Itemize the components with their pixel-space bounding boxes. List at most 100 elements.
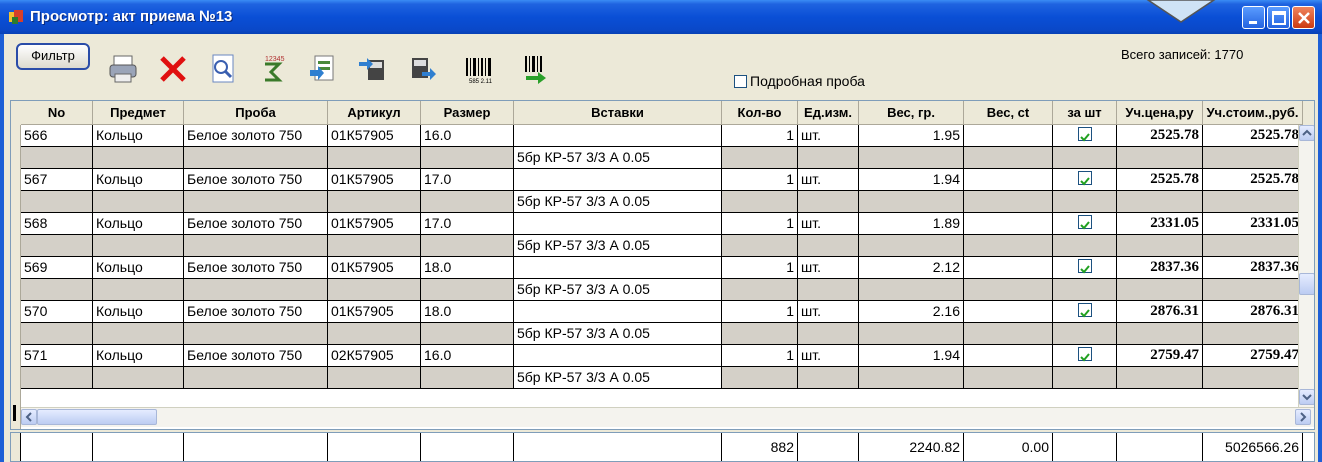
cell-size[interactable]: 16.0 xyxy=(421,345,514,367)
sum-icon[interactable]: 12345 xyxy=(256,52,290,86)
cell-cost[interactable]: 2876.31 xyxy=(1203,301,1303,323)
maximize-button[interactable] xyxy=(1267,6,1290,29)
col-header-article[interactable]: Артикул xyxy=(328,101,421,125)
move-out-icon[interactable] xyxy=(406,52,440,86)
cell-insert[interactable] xyxy=(514,213,722,235)
col-header-weight-ct[interactable]: Вес, ct xyxy=(964,101,1053,125)
cell-insert[interactable] xyxy=(514,345,722,367)
cell-price[interactable]: 2331.05 xyxy=(1117,213,1203,235)
cell-size[interactable]: 17.0 xyxy=(421,213,514,235)
cell-size[interactable]: 17.0 xyxy=(421,169,514,191)
per-piece-checkbox[interactable] xyxy=(1077,347,1092,362)
vertical-scroll-thumb[interactable] xyxy=(1299,273,1314,295)
cell-item[interactable]: Кольцо xyxy=(93,125,184,147)
cell-weight[interactable]: 1.95 xyxy=(859,125,964,147)
cell-qty[interactable]: 1 xyxy=(722,257,798,279)
cell-article[interactable]: 01К57905 xyxy=(328,301,421,323)
per-piece-checkbox[interactable] xyxy=(1077,171,1092,186)
cell-no[interactable]: 566 xyxy=(21,125,93,147)
cell-per-piece[interactable] xyxy=(1053,301,1117,323)
cell-probe[interactable]: Белое золото 750 xyxy=(184,301,328,323)
col-header-inserts[interactable]: Вставки xyxy=(514,101,722,125)
cell-per-piece[interactable] xyxy=(1053,125,1117,147)
cell-probe[interactable]: Белое золото 750 xyxy=(184,213,328,235)
cell-qty[interactable]: 1 xyxy=(722,125,798,147)
cell-weight[interactable]: 1.94 xyxy=(859,169,964,191)
detailed-check-checkbox[interactable] xyxy=(734,75,747,88)
cell-weight[interactable]: 2.16 xyxy=(859,301,964,323)
cell-weight[interactable]: 2.12 xyxy=(859,257,964,279)
cell-weight[interactable]: 1.89 xyxy=(859,213,964,235)
col-header-size[interactable]: Размер xyxy=(421,101,514,125)
cell-article[interactable]: 01К57905 xyxy=(328,257,421,279)
cell-insert[interactable] xyxy=(514,169,722,191)
col-header-no[interactable]: No xyxy=(21,101,93,125)
filter-button[interactable]: Фильтр xyxy=(16,43,90,70)
col-header-per-piece[interactable]: за шт xyxy=(1053,101,1117,125)
per-piece-checkbox[interactable] xyxy=(1077,127,1092,142)
cell-price[interactable]: 2525.78 xyxy=(1117,125,1203,147)
delete-icon[interactable] xyxy=(156,52,190,86)
cell-no[interactable]: 568 xyxy=(21,213,93,235)
cell-probe[interactable]: Белое золото 750 xyxy=(184,257,328,279)
export-icon[interactable] xyxy=(306,52,340,86)
printer-icon[interactable] xyxy=(106,52,140,86)
cell-no[interactable]: 569 xyxy=(21,257,93,279)
col-header-qty[interactable]: Кол-во xyxy=(722,101,798,125)
scroll-up-button[interactable] xyxy=(1299,125,1314,141)
cell-probe[interactable]: Белое золото 750 xyxy=(184,169,328,191)
cell-weight[interactable]: 1.94 xyxy=(859,345,964,367)
cell-weight-ct[interactable] xyxy=(964,213,1053,235)
cell-cost[interactable]: 2331.05 xyxy=(1203,213,1303,235)
cell-unit[interactable]: шт. xyxy=(798,125,859,147)
cell-probe[interactable]: Белое золото 750 xyxy=(184,345,328,367)
cell-no[interactable]: 571 xyxy=(21,345,93,367)
cell-per-piece[interactable] xyxy=(1053,213,1117,235)
minimize-button[interactable] xyxy=(1242,6,1265,29)
per-piece-checkbox[interactable] xyxy=(1077,303,1092,318)
cell-no[interactable]: 570 xyxy=(21,301,93,323)
horizontal-scroll-thumb[interactable] xyxy=(37,409,157,425)
cell-weight-ct[interactable] xyxy=(964,301,1053,323)
cell-weight-ct[interactable] xyxy=(964,169,1053,191)
cell-price[interactable]: 2837.36 xyxy=(1117,257,1203,279)
cell-unit[interactable]: шт. xyxy=(798,169,859,191)
cell-insert[interactable]: 5бр КР-57 3/3 А 0.05 xyxy=(514,279,722,301)
cell-weight-ct[interactable] xyxy=(964,257,1053,279)
detailed-check-toggle[interactable]: Подробная проба xyxy=(734,73,865,89)
cell-article[interactable]: 02К57905 xyxy=(328,345,421,367)
vertical-scrollbar[interactable] xyxy=(1298,125,1314,407)
cell-per-piece[interactable] xyxy=(1053,169,1117,191)
preview-icon[interactable] xyxy=(206,52,240,86)
col-header-unit[interactable]: Ед.изм. xyxy=(798,101,859,125)
cell-unit[interactable]: шт. xyxy=(798,213,859,235)
cell-insert[interactable]: 5бр КР-57 3/3 А 0.05 xyxy=(514,235,722,257)
cell-probe[interactable]: Белое золото 750 xyxy=(184,125,328,147)
cell-insert[interactable] xyxy=(514,301,722,323)
col-header-weight[interactable]: Вес, гр. xyxy=(859,101,964,125)
cell-insert[interactable] xyxy=(514,257,722,279)
close-button[interactable] xyxy=(1292,6,1315,29)
cell-cost[interactable]: 2525.78 xyxy=(1203,125,1303,147)
cell-unit[interactable]: шт. xyxy=(798,257,859,279)
cell-item[interactable]: Кольцо xyxy=(93,257,184,279)
col-header-item[interactable]: Предмет xyxy=(93,101,184,125)
cell-price[interactable]: 2759.47 xyxy=(1117,345,1203,367)
cell-insert[interactable]: 5бр КР-57 3/3 А 0.05 xyxy=(514,191,722,213)
move-in-icon[interactable] xyxy=(356,52,390,86)
cell-per-piece[interactable] xyxy=(1053,257,1117,279)
cell-insert[interactable]: 5бр КР-57 3/3 А 0.05 xyxy=(514,367,722,389)
cell-cost[interactable]: 2525.78 xyxy=(1203,169,1303,191)
per-piece-checkbox[interactable] xyxy=(1077,259,1092,274)
scroll-left-button[interactable] xyxy=(21,409,37,425)
cell-cost[interactable]: 2759.47 xyxy=(1203,345,1303,367)
col-header-probe[interactable]: Проба xyxy=(184,101,328,125)
barcode-icon[interactable]: 585 2.11 xyxy=(462,52,496,86)
cell-item[interactable]: Кольцо xyxy=(93,213,184,235)
cell-insert[interactable]: 5бр КР-57 3/3 А 0.05 xyxy=(514,147,722,169)
cell-unit[interactable]: шт. xyxy=(798,301,859,323)
scroll-down-button[interactable] xyxy=(1299,389,1314,405)
title-bar[interactable]: Просмотр: акт приема №13 xyxy=(0,0,1322,34)
cell-per-piece[interactable] xyxy=(1053,345,1117,367)
cell-size[interactable]: 18.0 xyxy=(421,301,514,323)
